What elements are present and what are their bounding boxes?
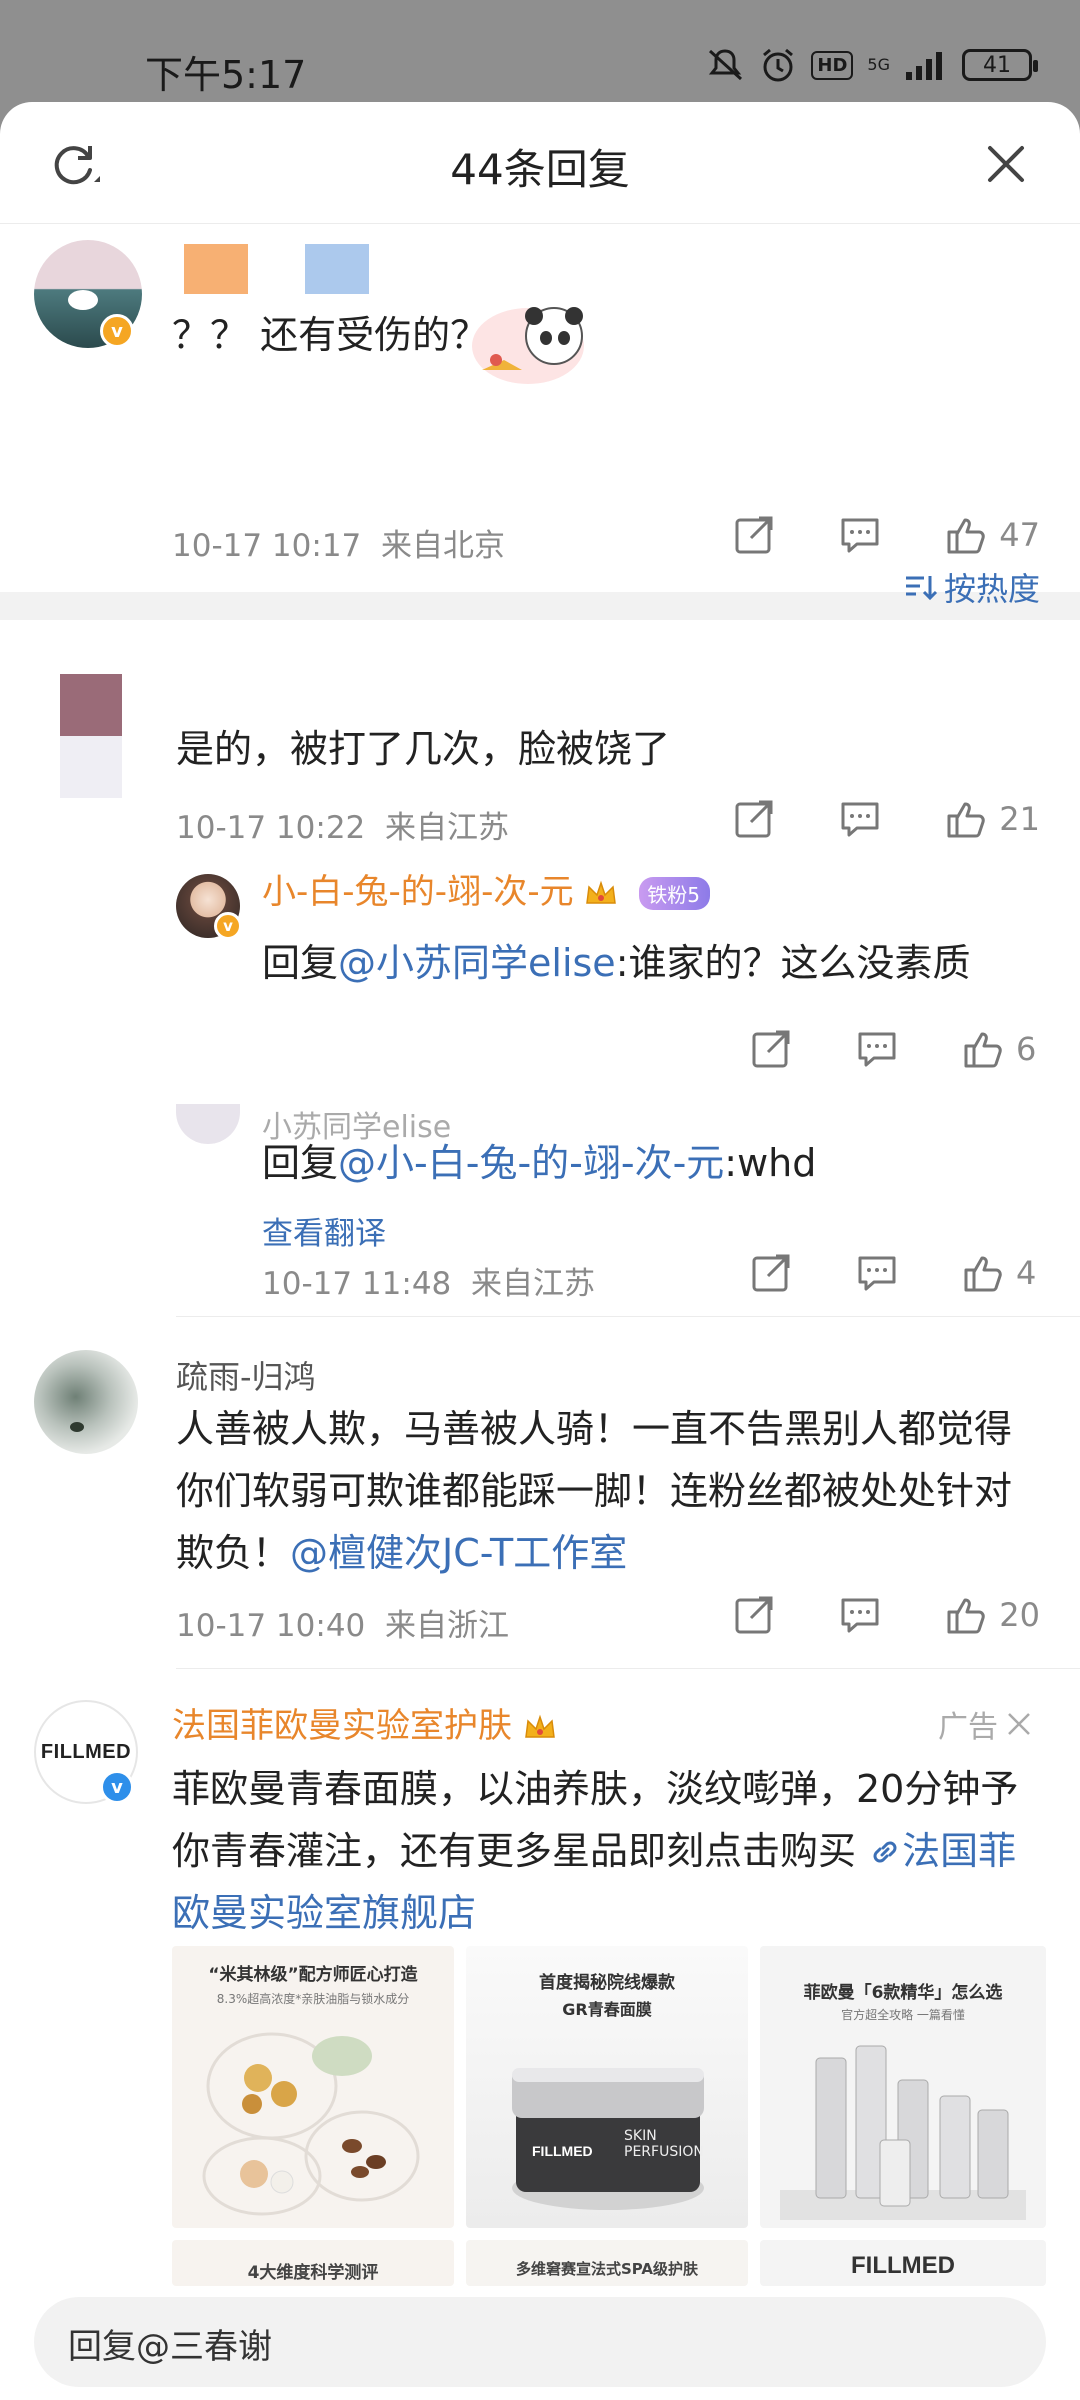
panda-sticker — [472, 307, 584, 384]
reply-actions: 6 — [750, 1028, 1048, 1070]
ad-image-product: SKIN PERFUSION — [624, 2128, 704, 2160]
ad-image[interactable]: 菲欧曼「6款精华」怎么选 官方超全攻略 一篇看懂 — [760, 1946, 1046, 2228]
ad-image-caption: FILLMED — [851, 2252, 955, 2279]
avatar[interactable] — [60, 674, 122, 798]
battery-icon: 41 — [962, 49, 1038, 81]
serum-bottles-illustration — [780, 2045, 1026, 2220]
like-icon[interactable] — [962, 1028, 1004, 1070]
fan-badge: 铁粉5 — [639, 877, 710, 910]
hd-icon: HD — [811, 50, 854, 80]
alarm-icon — [763, 48, 794, 82]
ad-avatar-logo: FILLMED — [40, 1740, 132, 1763]
ad-tag[interactable]: 广告 — [938, 1702, 1032, 1746]
status-icons: HD 5G 41 — [705, 46, 1038, 84]
verified-badge: v — [100, 314, 134, 348]
avatar[interactable] — [34, 1350, 138, 1454]
network-label: 5G — [867, 55, 890, 74]
svg-text:FILLMED: FILLMED — [532, 2143, 593, 2159]
username-blurred — [305, 244, 369, 294]
verified-badge: v — [214, 912, 242, 940]
mute-icon — [709, 49, 743, 81]
ad-text: 菲欧曼青春面膜，以油养肤，淡纹嘭弹，20分钟予你青春灌注，还有更多星品即刻点击购… — [172, 1767, 1019, 1935]
ad-image[interactable]: 多维窘赛宣法式SPA级护肤 — [466, 2240, 748, 2286]
comment-actions: 47 — [733, 514, 1040, 556]
verified-badge: v — [100, 1770, 134, 1804]
comment-icon[interactable] — [839, 1594, 881, 1636]
ad-image-subcaption: GR青春面膜 — [562, 2000, 652, 2019]
comment-time: 10-17 10:17 来自北京 — [172, 528, 505, 564]
status-bar: 下午5:17 HD 5G 41 — [0, 0, 1080, 100]
like-icon[interactable] — [945, 1594, 987, 1636]
share-icon[interactable] — [750, 1028, 792, 1070]
ad-image-caption: “米其林级”配方师匠心打造 — [208, 1965, 418, 1985]
mention-link[interactable]: @小-白-兔-的-翊-次-元 — [338, 1141, 724, 1185]
ad-image[interactable]: 首度揭秘院线爆款 GR青春面膜 FILLMED SKIN PERFUSION — [466, 1946, 748, 2228]
share-icon[interactable] — [733, 514, 775, 556]
sort-label: 按热度 — [943, 570, 1040, 608]
comment-actions: 20 — [733, 1594, 1040, 1636]
like-icon[interactable] — [945, 798, 987, 840]
comment-time: 10-17 10:40 来自浙江 — [176, 1608, 509, 1644]
link-icon — [873, 1841, 897, 1863]
comment-text: 是的，被打了几次，脸被饶了 — [176, 727, 671, 771]
divider — [176, 1668, 1080, 1669]
reply-time: 10-17 11:48 来自江苏 — [262, 1266, 595, 1302]
translate-link[interactable]: 查看翻译 — [262, 1208, 386, 1253]
divider — [176, 1316, 1080, 1317]
ad-image-caption: 多维窘赛宣法式SPA级护肤 — [515, 2260, 699, 2278]
avatar[interactable] — [176, 1104, 240, 1144]
ad-image-subcaption: 8.3%超高浓度*亲肤油脂与锁水成分 — [216, 1992, 410, 2006]
ad-image-subcaption: 官方超全攻略 一篇看懂 — [841, 2008, 965, 2022]
ad-image[interactable]: 4大维度科学测评 — [172, 2240, 454, 2286]
ad-image[interactable]: “米其林级”配方师匠心打造 8.3%超高浓度*亲肤油脂与锁水成分 — [172, 1946, 454, 2228]
reply-username[interactable]: 小-白-兔-的-翊-次-元 铁粉5 — [262, 864, 710, 913]
status-time: 下午5:17 — [145, 53, 307, 97]
reply-placeholder: 回复@三春谢 — [68, 2327, 272, 2367]
close-icon[interactable] — [984, 142, 1028, 186]
comment-icon[interactable] — [856, 1252, 898, 1294]
comment-icon[interactable] — [839, 798, 881, 840]
mention-link[interactable]: @檀健次JC-T工作室 — [290, 1531, 627, 1575]
close-ad-icon[interactable] — [1006, 1711, 1032, 1737]
crown-icon — [586, 880, 617, 904]
like-icon[interactable] — [945, 514, 987, 556]
like-count: 20 — [999, 1596, 1040, 1634]
ad-label: 广告 — [938, 1710, 998, 1745]
share-icon[interactable] — [750, 1252, 792, 1294]
comment-actions: 21 — [733, 798, 1040, 840]
comment-icon[interactable] — [856, 1028, 898, 1070]
reply-input[interactable]: 回复@三春谢 — [34, 2297, 1046, 2387]
username-blurred — [184, 244, 248, 294]
ingredients-illustration — [202, 2032, 420, 2216]
ad-image-caption: 4大维度科学测评 — [247, 2263, 379, 2283]
sheet-header: 44条回复 — [0, 102, 1080, 224]
reply-actions: 4 — [750, 1252, 1048, 1294]
signal-icon — [906, 52, 942, 80]
ad-image-caption: 首度揭秘院线爆款 — [539, 1973, 675, 1993]
sort-icon — [905, 576, 938, 601]
reply-text: 回复@小苏同学elise:谁家的？这么没素质 — [262, 941, 971, 985]
share-icon[interactable] — [733, 1594, 775, 1636]
reply-text: 回复@小-白-兔-的-翊-次-元:whd — [262, 1141, 817, 1185]
ad-brand-name[interactable]: 法国菲欧曼实验室护肤 — [172, 1698, 557, 1747]
ad-image[interactable]: FILLMED — [760, 2240, 1046, 2286]
mention-link[interactable]: @小苏同学elise — [338, 941, 616, 985]
like-icon[interactable] — [962, 1252, 1004, 1294]
crown-icon — [524, 1714, 555, 1738]
comment-time: 10-17 10:22 来自江苏 — [176, 810, 509, 846]
comment-text: ？？ 还有受伤的？ — [172, 313, 489, 357]
comment-text: 人善被人欺，马善被人骑！一直不告黑别人都觉得你们软弱可欺谁都能踩一脚！连粉丝都被… — [176, 1407, 1013, 1575]
sort-toggle[interactable]: 按热度 — [904, 564, 1040, 610]
sheet-title: 44条回复 — [450, 145, 630, 194]
ad-image-caption: 菲欧曼「6款精华」怎么选 — [803, 1983, 1003, 2003]
like-count: 21 — [999, 800, 1040, 838]
like-count: 4 — [1016, 1254, 1037, 1292]
like-count: 6 — [1016, 1030, 1037, 1068]
replies-sheet: 44条回复 v ？？ 还有受伤的？ 10-17 10:17 来自北京 47 按热… — [0, 102, 1080, 2400]
like-count: 47 — [999, 516, 1040, 554]
comment-icon[interactable] — [839, 514, 881, 556]
share-icon[interactable] — [733, 798, 775, 840]
comment-username[interactable]: 疏雨-归鸿 — [176, 1352, 316, 1398]
